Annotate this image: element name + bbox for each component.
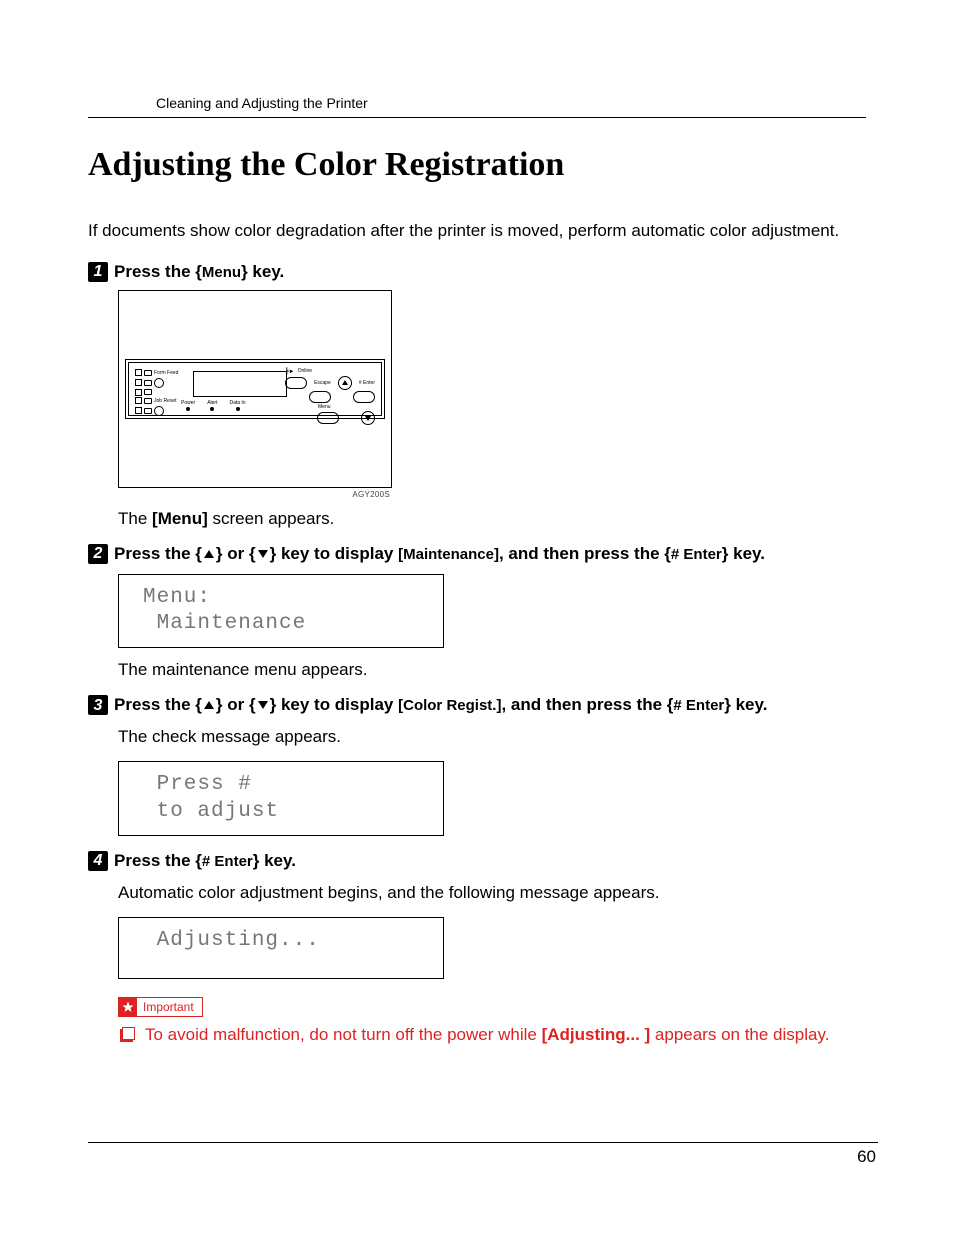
step-number-icon: 4 xyxy=(88,851,108,871)
step-2-result: The maintenance menu appears. xyxy=(118,660,866,680)
step-4-heading: 4 Press the {# Enter} key. xyxy=(88,850,866,873)
step-2-heading: 2 Press the {} or {} key to display [Mai… xyxy=(88,543,866,566)
step-4-result: Automatic color adjustment begins, and t… xyxy=(118,883,866,903)
step-1-result: The [Menu] screen appears. xyxy=(118,509,866,529)
important-label: Important xyxy=(137,1000,202,1014)
color-regist-label: Color Regist. xyxy=(403,697,496,714)
text: appears on the display. xyxy=(650,1025,829,1044)
adjusting-bold-label: [Adjusting... ] xyxy=(542,1025,651,1044)
step-number-icon: 2 xyxy=(88,544,108,564)
panel-label-online: Online xyxy=(298,368,312,374)
down-arrow-button-icon xyxy=(361,411,375,425)
down-arrow-icon xyxy=(256,698,270,712)
step-3-result: The check message appears. xyxy=(118,727,866,747)
menu-key-label: Menu xyxy=(202,264,241,281)
intro-paragraph: If documents show color degradation afte… xyxy=(88,220,866,243)
lcd-text: Adjusting... xyxy=(143,928,423,954)
running-head: Cleaning and Adjusting the Printer xyxy=(88,95,866,117)
panel-label-menu: Menu xyxy=(318,404,331,410)
down-arrow-icon xyxy=(256,547,270,561)
text: Press the xyxy=(114,262,195,281)
step-3-text: Press the {} or {} key to display [Color… xyxy=(114,694,866,717)
footer-rule xyxy=(88,1142,878,1143)
printer-panel-figure: Form Feed Job Reset ┣►Online Escape xyxy=(118,290,392,488)
header-rule xyxy=(88,117,866,118)
lcd-adjusting: Adjusting... xyxy=(118,917,444,979)
enter-key-label: # Enter xyxy=(202,853,253,870)
panel-label-alert: Alert xyxy=(207,400,217,406)
document-page: Cleaning and Adjusting the Printer Adjus… xyxy=(0,0,954,1235)
bullet-icon xyxy=(122,1027,135,1040)
star-icon xyxy=(119,998,137,1016)
panel-label-escape: Escape xyxy=(314,380,331,386)
enter-key-label: # Enter xyxy=(671,546,722,563)
panel-label-power: Power xyxy=(181,400,195,406)
maintenance-label: Maintenance xyxy=(403,546,494,563)
panel-label-jobreset: Job Reset xyxy=(154,397,177,405)
lcd-menu-maintenance: Menu: Maintenance xyxy=(118,574,444,649)
important-tag: Important xyxy=(118,997,203,1017)
step-3: 3 Press the {} or {} key to display [Col… xyxy=(88,694,866,835)
lcd-text: Menu: Maintenance xyxy=(143,585,423,638)
up-arrow-icon xyxy=(202,547,216,561)
step-2-text: Press the {} or {} key to display [Maint… xyxy=(114,543,866,566)
up-arrow-icon xyxy=(202,698,216,712)
text: key. xyxy=(248,262,285,281)
page-number: 60 xyxy=(857,1147,876,1167)
step-1-text: Press the {Menu} key. xyxy=(114,261,866,284)
up-arrow-button-icon xyxy=(338,376,352,390)
lcd-press-to-adjust: Press # to adjust xyxy=(118,761,444,836)
step-3-heading: 3 Press the {} or {} key to display [Col… xyxy=(88,694,866,717)
panel-lcd-icon xyxy=(193,371,287,397)
figure-code: AGY200S xyxy=(118,490,390,499)
step-1-heading: 1 Press the {Menu} key. xyxy=(88,261,866,284)
text: To avoid malfunction, do not turn off th… xyxy=(145,1025,542,1044)
step-number-icon: 3 xyxy=(88,695,108,715)
step-4: 4 Press the {# Enter} key. Automatic col… xyxy=(88,850,866,1047)
step-4-text: Press the {# Enter} key. xyxy=(114,850,866,873)
panel-label-enter: # Enter xyxy=(359,380,375,386)
step-2: 2 Press the {} or {} key to display [Mai… xyxy=(88,543,866,680)
important-note: To avoid malfunction, do not turn off th… xyxy=(122,1023,866,1047)
panel-label-formfeed: Form Feed xyxy=(154,369,178,377)
panel-label-datain: Data In xyxy=(229,400,245,406)
step-1: 1 Press the {Menu} key. Form Feed Job Re… xyxy=(88,261,866,529)
page-title: Adjusting the Color Registration xyxy=(88,146,866,184)
lcd-text: Press # to adjust xyxy=(143,772,423,825)
enter-key-label: # Enter xyxy=(673,697,724,714)
step-number-icon: 1 xyxy=(88,262,108,282)
